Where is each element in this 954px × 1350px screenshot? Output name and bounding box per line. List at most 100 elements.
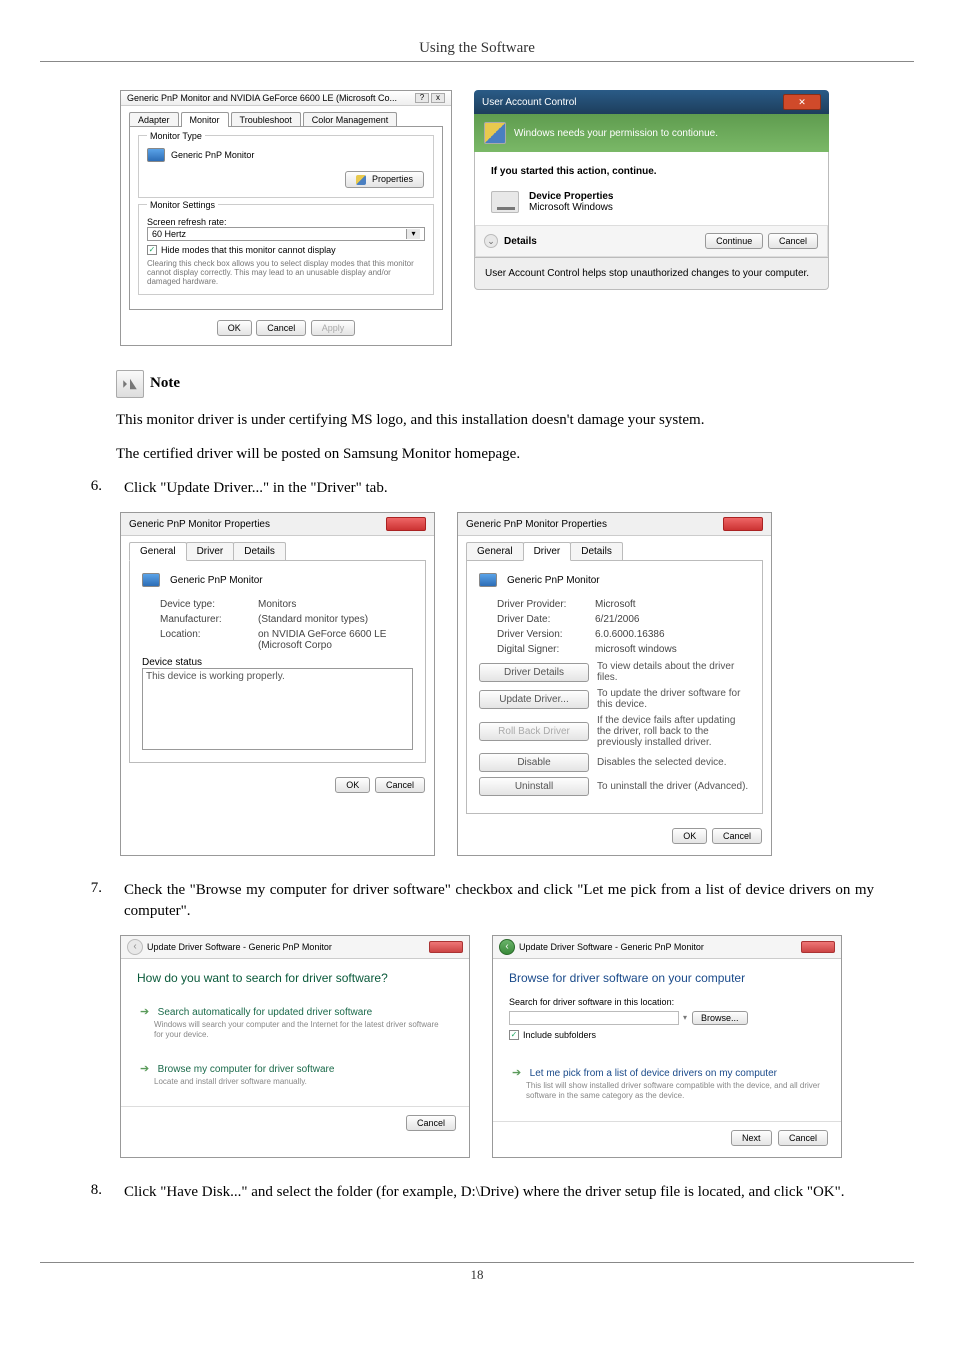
help-icon[interactable]: ?: [415, 93, 429, 103]
driver-info-grid: Driver Provider: Microsoft Driver Date: …: [497, 599, 750, 655]
chevron-down-icon: ▾: [406, 229, 420, 239]
wizard-breadcrumb: Update Driver Software - Generic PnP Mon…: [147, 942, 332, 952]
cancel-button[interactable]: Cancel: [768, 233, 818, 249]
properties-title: Generic PnP Monitor Properties: [129, 519, 270, 530]
option-let-me-pick[interactable]: ➔ Let me pick from a list of device driv…: [509, 1058, 825, 1107]
uac-device-row: Device Properties Microsoft Windows: [491, 191, 812, 213]
back-icon[interactable]: ‹: [127, 939, 143, 955]
step-6-text: Click "Update Driver..." in the "Driver"…: [124, 478, 874, 498]
back-icon[interactable]: ‹: [499, 939, 515, 955]
device-type-label: Device type:: [160, 599, 250, 610]
note-para-2: The certified driver will be posted on S…: [116, 444, 874, 464]
tab-details[interactable]: Details: [570, 542, 623, 561]
cancel-button[interactable]: Cancel: [256, 320, 306, 336]
tab-driver[interactable]: Driver: [523, 542, 572, 561]
cancel-button[interactable]: Cancel: [406, 1115, 456, 1131]
option-sub: Locate and install driver software manua…: [140, 1077, 450, 1087]
refresh-rate-select[interactable]: 60 Hertz ▾: [147, 227, 425, 241]
tab-adapter[interactable]: Adapter: [129, 112, 179, 127]
cancel-button[interactable]: Cancel: [375, 777, 425, 793]
page-number: 18: [40, 1267, 914, 1283]
include-subfolders-label: Include subfolders: [523, 1030, 596, 1040]
tab-troubleshoot[interactable]: Troubleshoot: [231, 112, 301, 127]
tab-color-management[interactable]: Color Management: [303, 112, 398, 127]
tab-general[interactable]: General: [129, 542, 187, 561]
disable-button[interactable]: Disable: [479, 753, 589, 772]
header-title: Using the Software: [40, 40, 914, 61]
provider-value: Microsoft: [595, 599, 750, 610]
hide-modes-desc: Clearing this check box allows you to se…: [147, 259, 425, 286]
properties-body: Generic PnP Monitor Driver Provider: Mic…: [466, 560, 763, 814]
wizard-top: ‹ Update Driver Software - Generic PnP M…: [493, 936, 841, 959]
tab-body: Monitor Type Generic PnP Monitor Propert…: [129, 126, 443, 310]
close-icon[interactable]: x: [431, 93, 445, 103]
arrow-icon: ➔: [512, 1067, 521, 1079]
version-label: Driver Version:: [497, 629, 587, 640]
continue-button[interactable]: Continue: [705, 233, 763, 249]
figure-row-1: Generic PnP Monitor and NVIDIA GeForce 6…: [120, 90, 914, 346]
option-browse[interactable]: ➔ Browse my computer for driver software…: [137, 1054, 453, 1092]
tab-driver[interactable]: Driver: [186, 542, 235, 561]
close-icon[interactable]: [429, 941, 463, 953]
cancel-button[interactable]: Cancel: [712, 828, 762, 844]
path-combobox[interactable]: [509, 1011, 679, 1025]
browse-button[interactable]: Browse...: [692, 1011, 748, 1025]
uninstall-button[interactable]: Uninstall: [479, 777, 589, 796]
properties-tabs: General Driver Details: [458, 536, 771, 561]
option-title: Let me pick from a list of device driver…: [530, 1068, 777, 1079]
step-7-text: Check the "Browse my computer for driver…: [124, 880, 874, 921]
tab-details[interactable]: Details: [233, 542, 286, 561]
properties-titlebar: Generic PnP Monitor Properties: [458, 513, 771, 536]
step-6: 6. Click "Update Driver..." in the "Driv…: [80, 478, 874, 498]
monitor-properties-general: Generic PnP Monitor Properties General D…: [120, 512, 435, 856]
properties-title: Generic PnP Monitor Properties: [466, 519, 607, 530]
uac-footer: User Account Control helps stop unauthor…: [474, 258, 829, 290]
wizard-top: ‹ Update Driver Software - Generic PnP M…: [121, 936, 469, 959]
monitor-type-group: Monitor Type Generic PnP Monitor Propert…: [138, 135, 434, 198]
ok-button[interactable]: OK: [672, 828, 707, 844]
device-type-value: Monitors: [258, 599, 413, 610]
update-driver-button[interactable]: Update Driver...: [479, 690, 589, 709]
driver-details-desc: To view details about the driver files.: [597, 661, 750, 683]
tab-general[interactable]: General: [466, 542, 524, 561]
chevron-down-icon[interactable]: ⌄: [484, 234, 498, 248]
driver-details-button[interactable]: Driver Details: [479, 663, 589, 682]
include-subfolders-checkbox[interactable]: ✓: [509, 1030, 519, 1040]
monitor-icon: [147, 148, 165, 162]
uac-device-publisher: Microsoft Windows: [529, 202, 614, 213]
hide-modes-checkbox[interactable]: ✓: [147, 245, 157, 255]
figure-row-2: Generic PnP Monitor Properties General D…: [120, 512, 914, 856]
cancel-button[interactable]: Cancel: [778, 1130, 828, 1146]
next-button[interactable]: Next: [731, 1130, 772, 1146]
uac-title: User Account Control: [482, 97, 577, 108]
uac-close-icon[interactable]: ✕: [783, 94, 821, 110]
wizard-body: How do you want to search for driver sof…: [121, 959, 469, 1106]
close-icon[interactable]: [801, 941, 835, 953]
option-sub: Windows will search your computer and th…: [140, 1020, 450, 1041]
hide-modes-label: Hide modes that this monitor cannot disp…: [161, 245, 336, 255]
ok-button[interactable]: OK: [335, 777, 370, 793]
monitor-icon: [479, 573, 497, 587]
manufacturer-value: (Standard monitor types): [258, 614, 413, 625]
option-search-auto[interactable]: ➔ Search automatically for updated drive…: [137, 997, 453, 1046]
properties-button[interactable]: Properties: [345, 171, 424, 188]
option-sub: This list will show installed driver sof…: [512, 1081, 822, 1102]
close-icon[interactable]: [723, 517, 763, 531]
uac-body: If you started this action, continue. De…: [474, 152, 829, 258]
wizard-breadcrumb: Update Driver Software - Generic PnP Mon…: [519, 942, 704, 952]
properties-footer: OK Cancel: [458, 823, 771, 855]
wizard-heading: How do you want to search for driver sof…: [137, 971, 453, 985]
uac-titlebar: User Account Control ✕: [474, 90, 829, 114]
location-value: on NVIDIA GeForce 6600 LE (Microsoft Cor…: [258, 629, 413, 651]
chevron-down-icon[interactable]: ▾: [683, 1013, 687, 1022]
uac-details-label[interactable]: Details: [504, 236, 537, 247]
ok-button[interactable]: OK: [217, 320, 252, 336]
tab-monitor[interactable]: Monitor: [181, 112, 229, 127]
close-icon[interactable]: [386, 517, 426, 531]
monitor-icon: [142, 573, 160, 587]
figure-row-3: ‹ Update Driver Software - Generic PnP M…: [120, 935, 914, 1158]
step-7: 7. Check the "Browse my computer for dri…: [80, 880, 874, 921]
device-status-textarea: This device is working properly.: [142, 668, 413, 750]
uac-banner-text: Windows needs your permission to contion…: [514, 128, 718, 139]
dialog-titlebar: Generic PnP Monitor and NVIDIA GeForce 6…: [121, 91, 451, 106]
